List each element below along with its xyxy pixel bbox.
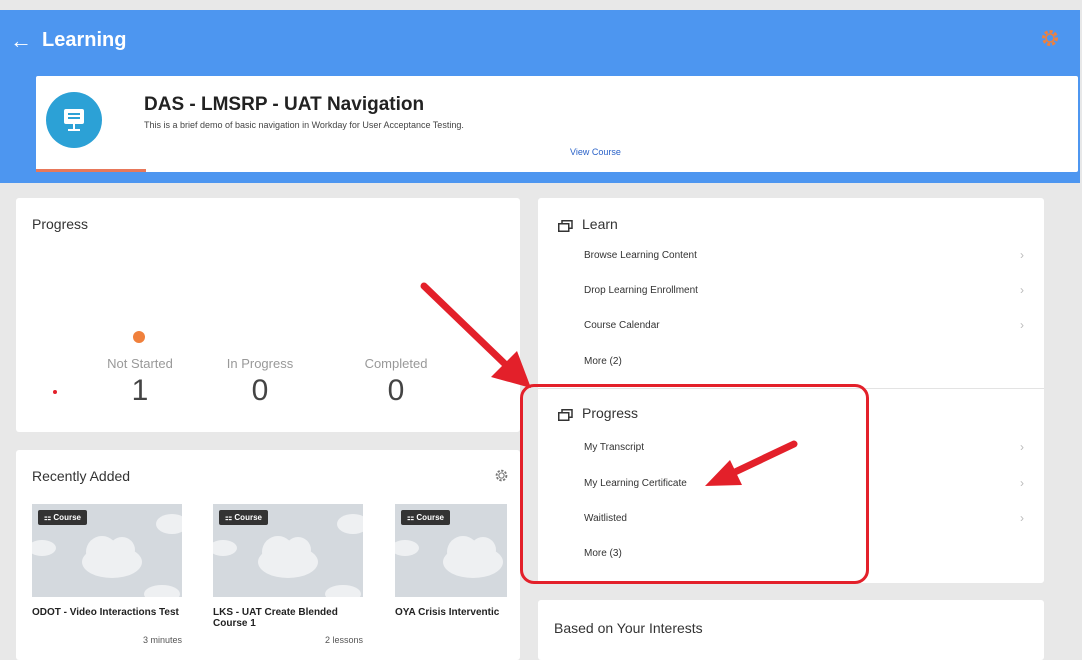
annotation-arrows <box>420 282 798 486</box>
annotation-arrow-icon <box>420 282 531 388</box>
annotation-arrow-icon <box>705 440 798 486</box>
